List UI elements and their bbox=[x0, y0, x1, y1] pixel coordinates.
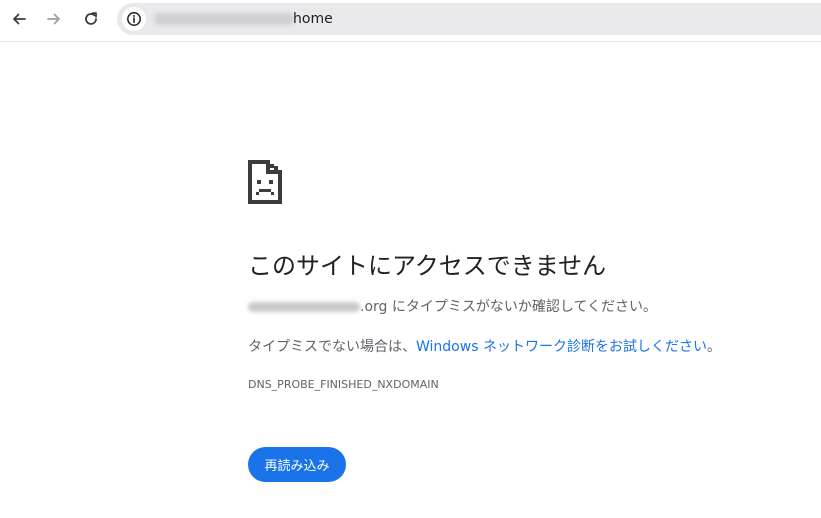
url-host-redacted bbox=[154, 13, 294, 25]
domain-suffix: .org bbox=[360, 299, 388, 315]
browser-toolbar: home bbox=[0, 0, 821, 42]
typo-check-message: .org にタイプミスがないか確認してください。 bbox=[248, 297, 657, 317]
reload-button[interactable] bbox=[77, 5, 105, 33]
diagnostics-prefix: タイプミスでない場合は、 bbox=[248, 339, 416, 355]
diagnostics-suffix: 。 bbox=[706, 339, 721, 355]
domain-redacted bbox=[248, 302, 360, 312]
reload-icon bbox=[85, 12, 97, 25]
network-diagnostics-link[interactable]: Windows ネットワーク診断をお試しください bbox=[416, 339, 707, 355]
typo-check-text: にタイプミスがないか確認してください。 bbox=[387, 299, 658, 315]
error-headline: このサイトにアクセスできません bbox=[248, 252, 607, 280]
arrow-left-icon bbox=[13, 13, 26, 25]
address-bar[interactable]: home bbox=[117, 3, 821, 35]
site-info-button[interactable] bbox=[122, 7, 146, 31]
url-path-text: home bbox=[293, 11, 333, 27]
diagnostics-suggestion: タイプミスでない場合は、Windows ネットワーク診断をお試しください。 bbox=[248, 337, 721, 357]
info-icon bbox=[127, 12, 141, 26]
reload-page-button[interactable]: 再読み込み bbox=[248, 447, 346, 482]
forward-button[interactable] bbox=[40, 5, 68, 33]
sad-page-icon bbox=[248, 160, 282, 204]
arrow-right-icon bbox=[47, 13, 60, 25]
back-button[interactable] bbox=[5, 5, 33, 33]
error-code: DNS_PROBE_FINISHED_NXDOMAIN bbox=[248, 378, 439, 391]
